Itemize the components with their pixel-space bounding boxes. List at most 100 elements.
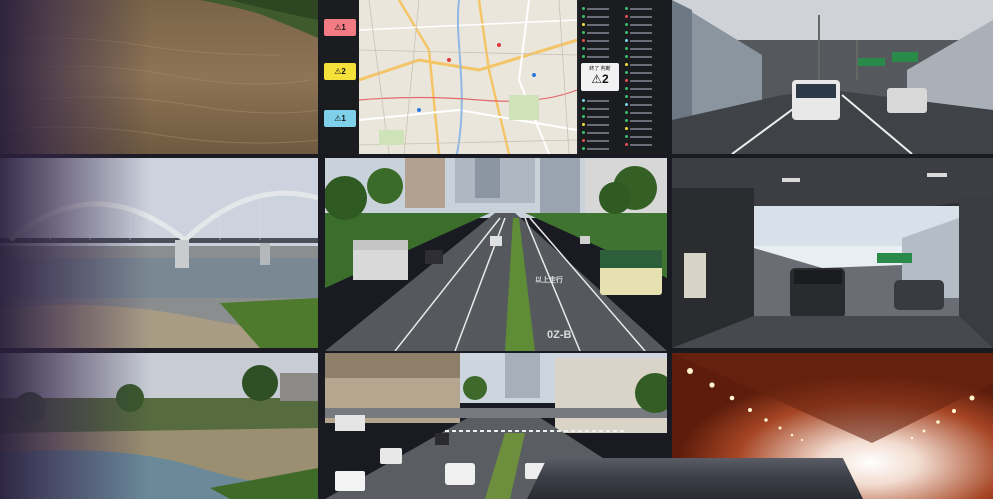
sensor-list-item[interactable]: [625, 70, 652, 75]
sensor-name: [587, 131, 609, 134]
tunnel-exit-image: [672, 158, 993, 348]
sensor-list-item[interactable]: [625, 134, 652, 139]
sensor-list-item[interactable]: [625, 78, 652, 83]
sensor-list-item[interactable]: [625, 102, 652, 107]
status-dot-icon: [582, 115, 585, 118]
map-dashboard[interactable]: ⚠1 ⚠2 ⚠1 終了 判断 ⚠2: [321, 0, 667, 154]
status-dot-icon: [582, 23, 585, 26]
status-dot-icon: [625, 71, 628, 74]
status-dot-icon: [625, 87, 628, 90]
sensor-name: [630, 55, 652, 58]
sensor-list-item[interactable]: [582, 98, 609, 103]
sensor-name: [587, 99, 609, 102]
road-marking-lower: 0Z-B: [547, 329, 572, 341]
sensor-name: [630, 79, 652, 82]
sensor-list-item[interactable]: [582, 138, 609, 143]
camera-tile-bridge[interactable]: [0, 158, 318, 348]
sensor-name: [587, 139, 609, 142]
sensor-name: [587, 15, 609, 18]
sensor-list-item[interactable]: [625, 30, 652, 35]
sensor-list-panel: 終了 判断 ⚠2: [579, 0, 667, 154]
sensor-name: [587, 39, 609, 42]
sensor-list-item[interactable]: [582, 14, 609, 19]
sensor-list-item[interactable]: [582, 54, 609, 59]
sensor-name: [630, 7, 652, 10]
sensor-list-item[interactable]: [625, 54, 652, 59]
sensor-name: [630, 31, 652, 34]
status-caption: 終了 判断: [589, 66, 611, 72]
sensor-name: [587, 23, 609, 26]
status-dot-icon: [582, 99, 585, 102]
sensor-list-item[interactable]: [582, 22, 609, 27]
status-dot-icon: [582, 139, 585, 142]
sensor-list-item[interactable]: [625, 22, 652, 27]
sensor-list-item[interactable]: [625, 118, 652, 123]
sensor-list-item[interactable]: [625, 86, 652, 91]
sensor-name: [630, 15, 652, 18]
sensor-list-item[interactable]: [625, 126, 652, 131]
status-dot-icon: [582, 31, 585, 34]
sensor-list-item[interactable]: [625, 46, 652, 51]
status-dot-icon: [625, 127, 628, 130]
sensor-list-item[interactable]: [582, 30, 609, 35]
map-graphic: [359, 0, 577, 154]
highway-image: [672, 0, 993, 154]
sensor-list-item[interactable]: [582, 146, 609, 151]
camera-tile-tunnel-exit[interactable]: [672, 158, 993, 348]
sensor-list-item[interactable]: [582, 46, 609, 51]
status-dot-icon: [625, 55, 628, 58]
sensor-list-item[interactable]: [582, 122, 609, 127]
status-dot-icon: [625, 47, 628, 50]
sensor-list-item[interactable]: [625, 62, 652, 67]
alert-level-badge[interactable]: ⚠1: [324, 110, 356, 127]
camera-tile-river-flood[interactable]: [0, 0, 318, 154]
status-value: ⚠2: [591, 72, 609, 86]
sensor-name: [587, 107, 609, 110]
video-wall: ⚠1 ⚠2 ⚠1 終了 判断 ⚠2 以上走行 0Z-B: [0, 0, 993, 499]
alert-level-badge[interactable]: ⚠1: [324, 19, 356, 36]
road-marking-upper: 以上走行: [535, 277, 563, 284]
sensor-list-item[interactable]: [582, 38, 609, 43]
sensor-list-item[interactable]: [625, 14, 652, 19]
sensor-name: [630, 119, 652, 122]
sensor-name: [587, 31, 609, 34]
alert-level-panel: ⚠1 ⚠2 ⚠1: [321, 0, 359, 154]
camera-tile-riverbank[interactable]: [0, 353, 318, 499]
alert-level-badge[interactable]: ⚠2: [324, 63, 356, 80]
sensor-name: [587, 55, 609, 58]
sensor-list-item[interactable]: [625, 94, 652, 99]
sensor-list-item[interactable]: [582, 106, 609, 111]
status-dot-icon: [582, 147, 585, 150]
status-dot-icon: [625, 39, 628, 42]
sensor-name: [630, 143, 652, 146]
sensor-list-item[interactable]: [625, 142, 652, 147]
status-dot-icon: [582, 7, 585, 10]
sensor-name: [630, 23, 652, 26]
sensor-list-item[interactable]: [625, 6, 652, 11]
status-dot-icon: [582, 131, 585, 134]
sensor-list-item[interactable]: [625, 110, 652, 115]
camera-tile-highway[interactable]: [672, 0, 993, 154]
status-dot-icon: [582, 123, 585, 126]
sensor-list-item[interactable]: [582, 130, 609, 135]
sensor-name: [587, 7, 609, 10]
status-dot-icon: [625, 119, 628, 122]
sensor-list-item[interactable]: [582, 114, 609, 119]
status-dot-icon: [625, 7, 628, 10]
status-dot-icon: [582, 107, 585, 110]
city-map[interactable]: [359, 0, 577, 154]
sensor-name: [630, 63, 652, 66]
status-dot-icon: [582, 15, 585, 18]
status-dot-icon: [582, 55, 585, 58]
status-dot-icon: [625, 103, 628, 106]
sensor-name: [587, 123, 609, 126]
sensor-name: [630, 95, 652, 98]
status-dot-icon: [625, 135, 628, 138]
sensor-list-item[interactable]: [582, 6, 609, 11]
camera-tile-city-road[interactable]: 以上走行 0Z-B: [325, 158, 667, 351]
status-indicator[interactable]: 終了 判断 ⚠2: [581, 63, 619, 91]
monitor-stand: [527, 458, 863, 499]
status-dot-icon: [625, 111, 628, 114]
city-road-image: [325, 158, 667, 351]
sensor-list-item[interactable]: [625, 38, 652, 43]
